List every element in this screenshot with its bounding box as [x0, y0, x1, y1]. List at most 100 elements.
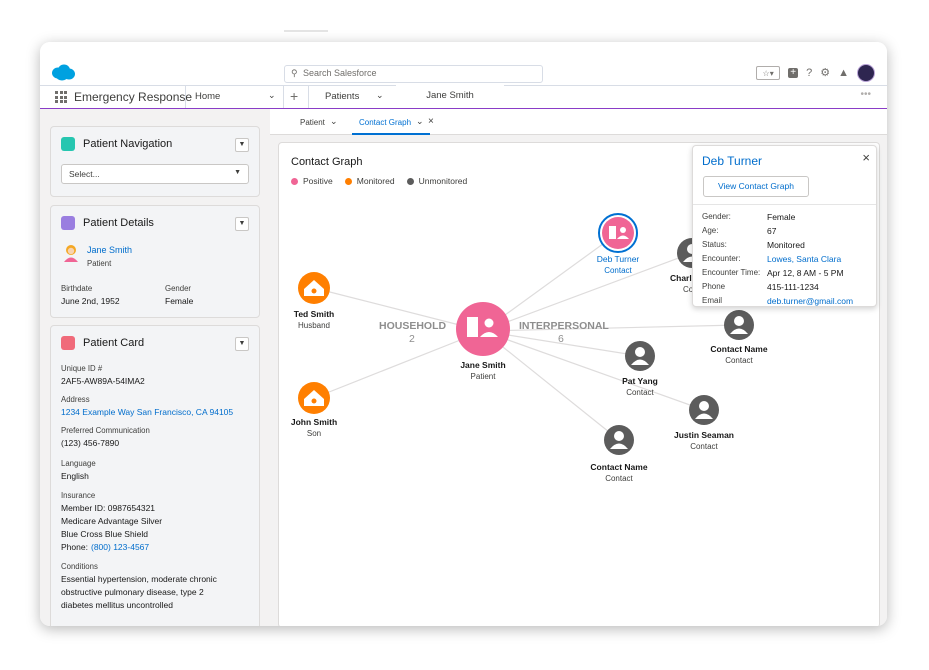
- help-icon[interactable]: ?: [806, 64, 812, 82]
- nav-divider: [283, 86, 284, 108]
- salesforce-logo: [52, 64, 75, 81]
- app-launcher-icon[interactable]: [55, 91, 67, 103]
- nav-divider: [308, 86, 309, 108]
- email-link[interactable]: deb.turner@gmail.com: [767, 296, 853, 306]
- address-label: Address: [61, 395, 90, 404]
- view-contact-graph-button[interactable]: View Contact Graph: [703, 176, 809, 197]
- field-label: Email: [702, 296, 723, 305]
- chevron-down-icon[interactable]: ⌄: [416, 116, 424, 127]
- close-icon[interactable]: ×: [862, 150, 870, 165]
- node-name: Contact Name: [710, 344, 767, 354]
- card-menu-dropdown[interactable]: ▼: [235, 138, 249, 152]
- search-icon: ⚲: [291, 68, 298, 78]
- graph-node-contact-name-right[interactable]: Contact Name Contact: [710, 310, 768, 365]
- insurance-label: Insurance: [61, 491, 96, 500]
- chevron-down-icon[interactable]: ⌄: [376, 90, 384, 101]
- popover-divider: [693, 204, 876, 205]
- insurance-plan: Medicare Advantage Silver: [61, 516, 163, 526]
- node-role: Patient: [471, 372, 497, 381]
- node-circle: [456, 302, 510, 356]
- home-icon-dot: [311, 398, 317, 404]
- node-name: John Smith: [291, 417, 337, 427]
- card-menu-dropdown[interactable]: ▼: [235, 337, 249, 351]
- graph-node-deb-turner[interactable]: Deb Turner Contact: [597, 213, 640, 275]
- add-tab-icon[interactable]: +: [290, 88, 298, 104]
- field-value: 67: [767, 226, 777, 236]
- subtab-contact-graph[interactable]: Contact Graph: [359, 118, 411, 127]
- node-name: Justin Seaman: [674, 430, 734, 440]
- edge: [482, 330, 620, 441]
- nav-divider: [185, 86, 186, 108]
- unique-id-value: 2AF5-AW89A-54IMA2: [61, 376, 145, 386]
- interpersonal-count: 6: [558, 333, 564, 345]
- patient-role: Patient: [87, 259, 112, 268]
- person-icon: [614, 431, 624, 441]
- subtab-bar: Patient ⌄ Contact Graph ⌄ ×: [270, 109, 887, 135]
- patient-name-link[interactable]: Jane Smith: [87, 245, 132, 255]
- close-tab-icon[interactable]: ×: [428, 116, 434, 127]
- language-label: Language: [61, 459, 96, 468]
- household-count: 2: [409, 333, 415, 345]
- node-circle: [602, 217, 634, 249]
- graph-edges: [313, 232, 740, 441]
- popover-title[interactable]: Deb Turner: [702, 154, 762, 168]
- conditions-line: Essential hypertension, moderate chronic: [61, 574, 217, 584]
- user-avatar[interactable]: [857, 64, 875, 82]
- building-icon: [609, 226, 616, 239]
- insurance-phone-prefix: Phone:: [61, 542, 88, 552]
- patient-navigation-card: Patient Navigation ▼ Select... ▼: [50, 126, 260, 197]
- notifications-bell-icon[interactable]: ▲: [838, 64, 849, 82]
- patient-navigation-icon: [61, 137, 75, 151]
- conditions-line: obstructive pulmonary disease, type 2: [61, 587, 204, 597]
- address-link[interactable]: 1234 Example Way San Francisco, CA 94105: [61, 407, 233, 417]
- field-label: Phone: [702, 282, 726, 291]
- global-search-input[interactable]: ⚲ Search Salesforce: [284, 65, 543, 83]
- workspace-body: Patient Navigation ▼ Select... ▼ Patient…: [40, 109, 887, 626]
- person-icon: [734, 316, 744, 326]
- encounter-link[interactable]: Lowes, Santa Clara: [767, 254, 841, 264]
- graph-node-contact-name-bottom[interactable]: Contact Name Contact: [590, 425, 648, 483]
- tab-jane-smith[interactable]: Jane Smith: [396, 85, 504, 111]
- chevron-down-icon[interactable]: ⌄: [330, 116, 338, 127]
- field-label: Gender:: [702, 212, 731, 221]
- search-placeholder: Search Salesforce: [303, 68, 377, 78]
- field-value: Apr 12, 8 AM - 5 PM: [767, 268, 844, 278]
- person-icon: [699, 401, 709, 411]
- app-navigation-bar: Emergency Response Home ⌄ + Patients ⌄ J…: [40, 85, 887, 111]
- node-name: Jane Smith: [460, 360, 505, 370]
- insurance-member-id: Member ID: 0987654321: [61, 503, 156, 513]
- tab-home[interactable]: Home: [195, 91, 220, 102]
- window-edge-decoration: [284, 30, 328, 32]
- setup-gear-icon[interactable]: ⚙: [820, 64, 830, 82]
- card-title: Patient Navigation: [83, 138, 173, 150]
- node-role: Son: [307, 429, 321, 438]
- node-role: Husband: [298, 321, 330, 330]
- insurance-phone-link[interactable]: (800) 123-4567: [91, 542, 149, 552]
- tab-jane-smith-label: Jane Smith: [426, 90, 474, 101]
- building-icon: [467, 317, 478, 337]
- node-name: Deb Turner: [597, 254, 640, 264]
- patient-avatar-icon: [64, 245, 78, 262]
- card-menu-dropdown[interactable]: ▼: [235, 217, 249, 231]
- more-options-icon[interactable]: •••: [860, 89, 871, 100]
- graph-node-justin-seaman[interactable]: Justin Seaman Contact: [674, 395, 734, 451]
- graph-node-pat-yang[interactable]: Pat Yang Contact: [622, 341, 658, 397]
- subtab-patient[interactable]: Patient: [300, 118, 325, 127]
- field-label: Encounter:: [702, 254, 741, 263]
- add-icon[interactable]: +: [788, 68, 799, 78]
- graph-node-patient[interactable]: Jane Smith Patient: [456, 302, 510, 381]
- card-title: Patient Card: [83, 337, 145, 349]
- favorites-icon[interactable]: ☆▾: [756, 66, 781, 80]
- chevron-down-icon[interactable]: ⌄: [268, 90, 276, 101]
- app-window: ⚲ Search Salesforce ☆▾ + ? ⚙ ▲ Emergency…: [40, 42, 887, 626]
- patient-navigation-select[interactable]: Select... ▼: [61, 164, 249, 184]
- graph-node-ted-smith[interactable]: Ted Smith Husband: [294, 272, 334, 330]
- node-role: Contact: [604, 266, 632, 275]
- person-icon: [635, 347, 645, 357]
- graph-node-john-smith[interactable]: John Smith Son: [291, 382, 337, 438]
- insurance-company: Blue Cross Blue Shield: [61, 529, 148, 539]
- patient-details-icon: [61, 216, 75, 230]
- tab-patients[interactable]: Patients: [325, 91, 359, 102]
- home-icon-dot: [311, 288, 317, 294]
- node-role: Contact: [626, 388, 654, 397]
